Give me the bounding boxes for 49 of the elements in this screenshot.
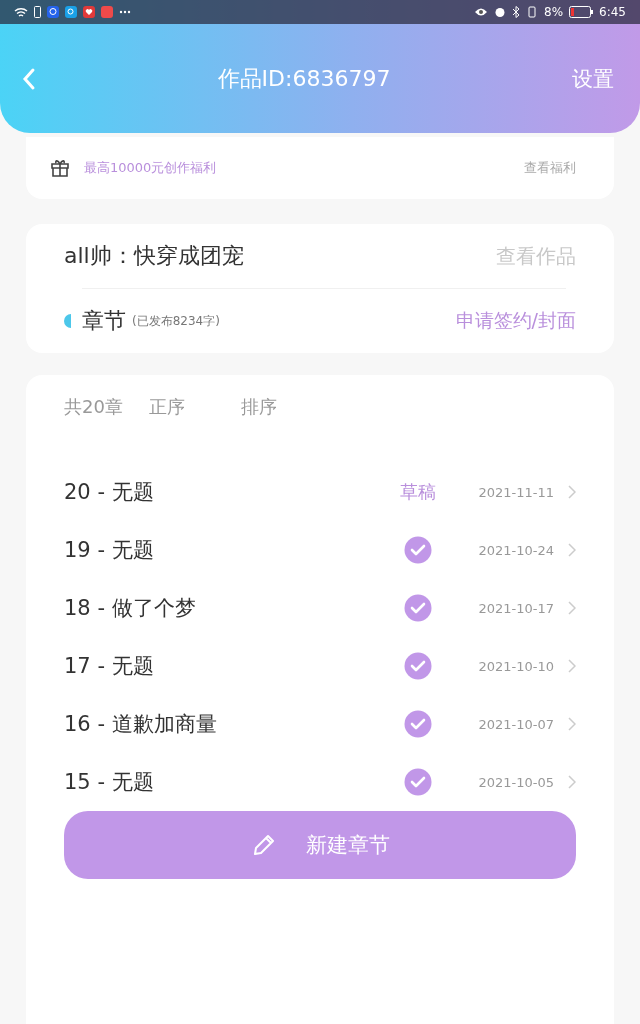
chevron-right-icon [568, 659, 576, 673]
chapter-date: 2021-10-07 [477, 716, 554, 732]
gift-icon [50, 158, 70, 178]
settings-button[interactable]: 设置 [572, 64, 614, 93]
chevron-right-icon [568, 775, 576, 789]
published-check-icon [404, 768, 432, 796]
chevron-right-icon [568, 543, 576, 557]
section-title: 章节 [82, 307, 126, 335]
view-benefits-link[interactable]: 查看福利 [524, 159, 576, 177]
word-count-note: (已发布8234字) [132, 312, 221, 330]
battery-percent: 8% [544, 5, 564, 19]
back-button[interactable] [22, 66, 36, 91]
chapter-title[interactable]: 20 - 无题 [64, 478, 378, 506]
published-check-icon [404, 652, 432, 680]
clock-time: 6:45 [599, 5, 626, 19]
battery-icon [34, 6, 41, 18]
chapter-title[interactable]: 16 - 道歉加商量 [64, 710, 378, 738]
chapter-title[interactable]: 18 - 做了个梦 [64, 594, 378, 622]
published-check-icon [404, 710, 432, 738]
sort-button[interactable]: 排序 [240, 395, 277, 419]
published-check-icon [404, 536, 432, 564]
chapter-title[interactable]: 15 - 无题 [64, 768, 378, 796]
bluetooth-icon [512, 6, 520, 18]
eye-icon [474, 7, 488, 17]
chapter-date: 2021-10-24 [477, 542, 554, 558]
more-icon [119, 10, 131, 14]
section-marker-icon [64, 314, 71, 328]
benefit-text: 最高10000元创作福利 [84, 159, 218, 177]
chapter-date: 2021-10-17 [477, 600, 554, 616]
chapter-date: 2021-11-11 [477, 484, 554, 500]
new-chapter-button[interactable]: 新建章节 [64, 811, 576, 879]
published-check-icon [404, 594, 432, 622]
page-title: 作品ID:6836797 [216, 64, 392, 93]
battery-icon [569, 6, 594, 18]
chevron-right-icon [568, 717, 576, 731]
chapter-title[interactable]: 19 - 无题 [64, 536, 378, 564]
vibrate-icon [526, 6, 538, 18]
chapter-date: 2021-10-05 [477, 774, 554, 790]
chapter-title[interactable]: 17 - 无题 [64, 652, 378, 680]
chevron-right-icon [568, 601, 576, 615]
work-title: all帅：快穿成团宠 [64, 242, 245, 270]
order-toggle[interactable]: 正序 [148, 395, 185, 419]
chapter-count: 共20章 [64, 395, 123, 419]
chevron-right-icon [568, 485, 576, 499]
chapter-date: 2021-10-10 [477, 658, 554, 674]
wifi-icon [14, 6, 28, 18]
apply-contract-link[interactable]: 申请签约/封面 [455, 308, 576, 334]
heart-app-icon [83, 6, 95, 18]
draft-label: 草稿 [400, 480, 436, 504]
